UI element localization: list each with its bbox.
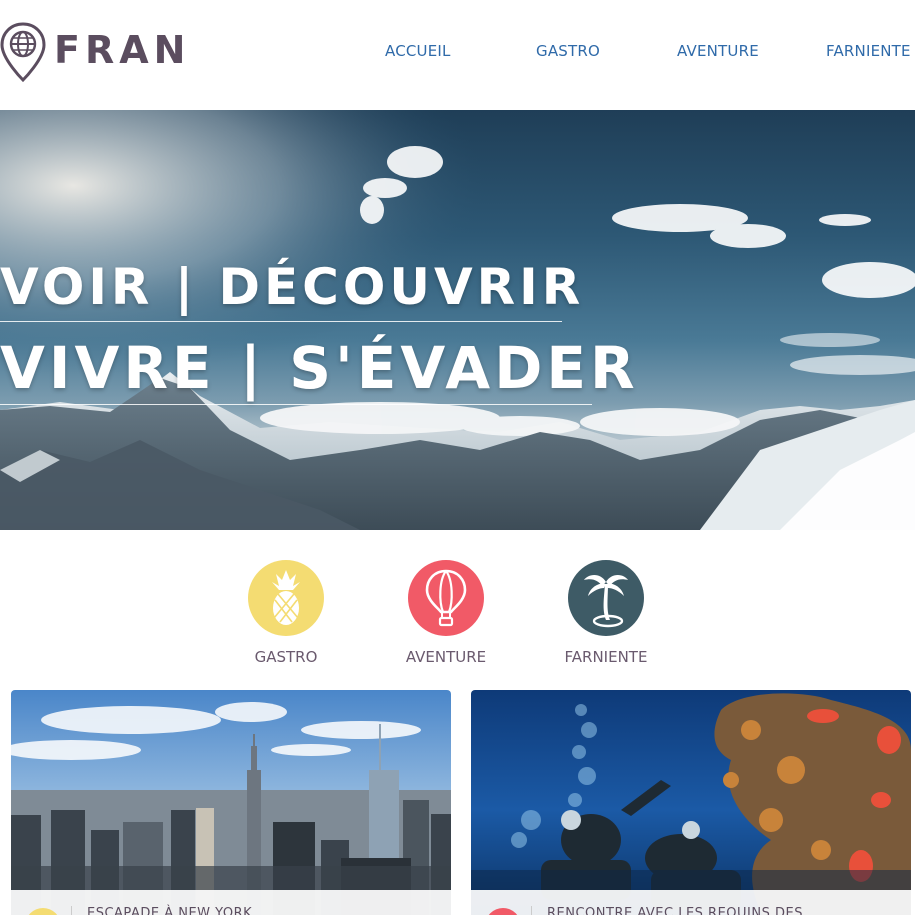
category-aventure[interactable]: AVENTURE bbox=[396, 560, 496, 666]
scuba-diving-image bbox=[471, 690, 911, 915]
hero-divider-1 bbox=[0, 321, 562, 322]
nav-item-aventure[interactable]: AVENTURE bbox=[677, 42, 759, 60]
hero-headline-line-1: VOIR | DÉCOUVRIR bbox=[0, 258, 585, 316]
article-card-requins[interactable]: RENCONTRE AVEC LES REQUINS DES bbox=[471, 690, 911, 915]
mountain-landscape-image bbox=[0, 110, 915, 530]
pineapple-badge-icon bbox=[25, 908, 61, 915]
category-gastro[interactable]: GASTRO bbox=[236, 560, 336, 666]
main-nav: ACCUEIL GASTRO AVENTURE FARNIENTE bbox=[0, 42, 915, 62]
category-label: GASTRO bbox=[254, 648, 318, 666]
nav-item-gastro[interactable]: GASTRO bbox=[536, 42, 600, 60]
site-header: FRAN ACCUEIL GASTRO AVENTURE FARNIENTE bbox=[0, 0, 915, 110]
card-caption: RENCONTRE AVEC LES REQUINS DES bbox=[471, 890, 911, 915]
hero-divider-2 bbox=[0, 404, 592, 405]
card-caption: ESCAPADE À NEW YORK bbox=[11, 890, 451, 915]
card-title: RENCONTRE AVEC LES REQUINS DES bbox=[547, 906, 803, 915]
category-farniente[interactable]: FARNIENTE bbox=[556, 560, 656, 666]
category-label: FARNIENTE bbox=[564, 648, 648, 666]
nav-item-accueil[interactable]: ACCUEIL bbox=[385, 42, 451, 60]
hero-headline-line-2: VIVRE | S'ÉVADER bbox=[0, 334, 639, 402]
card-title: ESCAPADE À NEW YORK bbox=[87, 906, 253, 915]
caption-divider bbox=[531, 906, 532, 915]
nav-item-farniente[interactable]: FARNIENTE bbox=[826, 42, 911, 60]
hot-air-balloon-badge-icon bbox=[485, 908, 521, 915]
hero-banner: VOIR | DÉCOUVRIR VIVRE | S'ÉVADER bbox=[0, 110, 915, 530]
category-list: GASTRO AVENTURE FARNIENTE bbox=[0, 560, 915, 670]
article-card-new-york[interactable]: ESCAPADE À NEW YORK bbox=[11, 690, 451, 915]
pineapple-icon bbox=[248, 560, 324, 636]
category-label: AVENTURE bbox=[405, 648, 487, 666]
new-york-skyline-image bbox=[11, 690, 451, 915]
palm-tree-icon bbox=[568, 560, 644, 636]
hot-air-balloon-icon bbox=[408, 560, 484, 636]
caption-divider bbox=[71, 906, 72, 915]
